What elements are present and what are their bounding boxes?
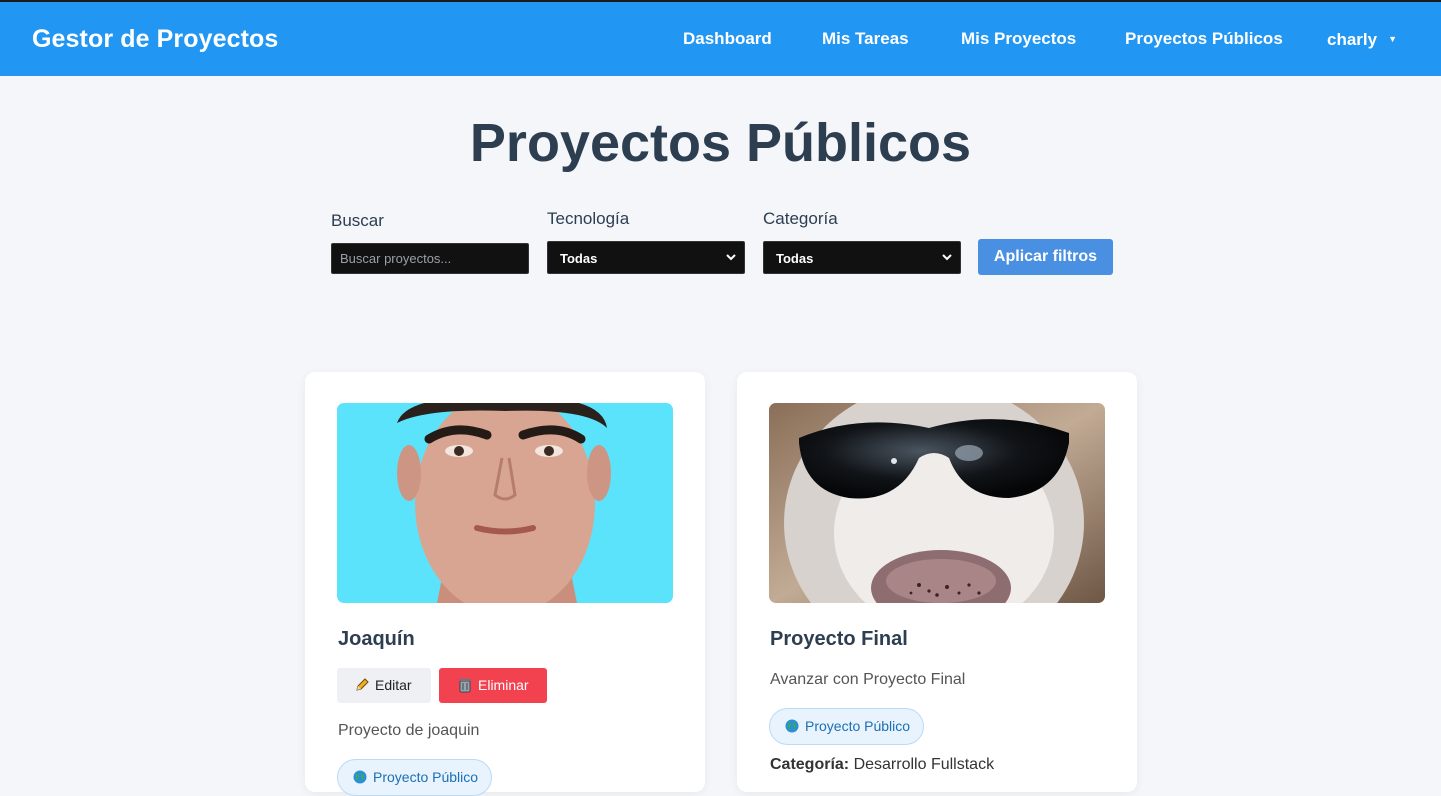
nav-dashboard[interactable]: Dashboard — [683, 29, 772, 49]
project-image — [769, 403, 1105, 603]
chevron-down-icon — [942, 254, 952, 261]
search-label: Buscar — [331, 211, 384, 230]
category-label: Categoría — [763, 209, 838, 228]
badge-label: Proyecto Público — [805, 718, 911, 734]
project-image — [337, 403, 673, 603]
page-title: Proyectos Públicos — [469, 113, 972, 173]
globe-icon — [785, 719, 799, 733]
technology-select[interactable]: Todas — [547, 241, 745, 274]
globe-icon — [353, 770, 367, 784]
badge-label: Proyecto Público — [373, 769, 479, 785]
pencil-icon — [356, 678, 369, 691]
user-name: charly — [1327, 30, 1378, 49]
search-input[interactable] — [331, 243, 529, 274]
project-card: Proyecto Final Avanzar con Proyecto Fina… — [737, 372, 1137, 792]
nav-mis-proyectos[interactable]: Mis Proyectos — [961, 29, 1076, 49]
delete-button[interactable]: Eliminar — [439, 668, 547, 703]
technology-label: Tecnología — [547, 209, 630, 228]
nav-proyectos-publicos[interactable]: Proyectos Públicos — [1125, 29, 1283, 49]
project-category: Categoría: Desarrollo Fullstack — [770, 756, 994, 774]
project-description: Avanzar con Proyecto Final — [770, 671, 966, 688]
edit-label: Editar — [375, 677, 412, 693]
delete-label: Eliminar — [478, 677, 529, 693]
navbar: Gestor de Proyectos Dashboard Mis Tareas… — [0, 2, 1441, 76]
apply-filters-button[interactable]: Aplicar filtros — [978, 239, 1113, 275]
category-select[interactable]: Todas — [763, 241, 961, 274]
edit-button[interactable]: Editar — [337, 668, 431, 703]
visibility-badge: Proyecto Público — [769, 708, 925, 745]
caret-down-icon: ▼ — [1388, 34, 1398, 44]
user-menu[interactable]: charly ▼ — [1327, 30, 1397, 50]
technology-select-value: Todas — [560, 251, 598, 266]
chevron-down-icon — [726, 254, 736, 261]
category-select-value: Todas — [776, 251, 814, 266]
nav-mis-tareas[interactable]: Mis Tareas — [822, 29, 909, 49]
project-title[interactable]: Joaquín — [338, 628, 415, 651]
project-title[interactable]: Proyecto Final — [770, 628, 908, 651]
project-description: Proyecto de joaquin — [338, 722, 480, 739]
trash-icon — [459, 679, 471, 693]
brand-title[interactable]: Gestor de Proyectos — [32, 25, 278, 54]
project-card: Joaquín Editar Eliminar Proyecto de joaq… — [305, 372, 705, 796]
